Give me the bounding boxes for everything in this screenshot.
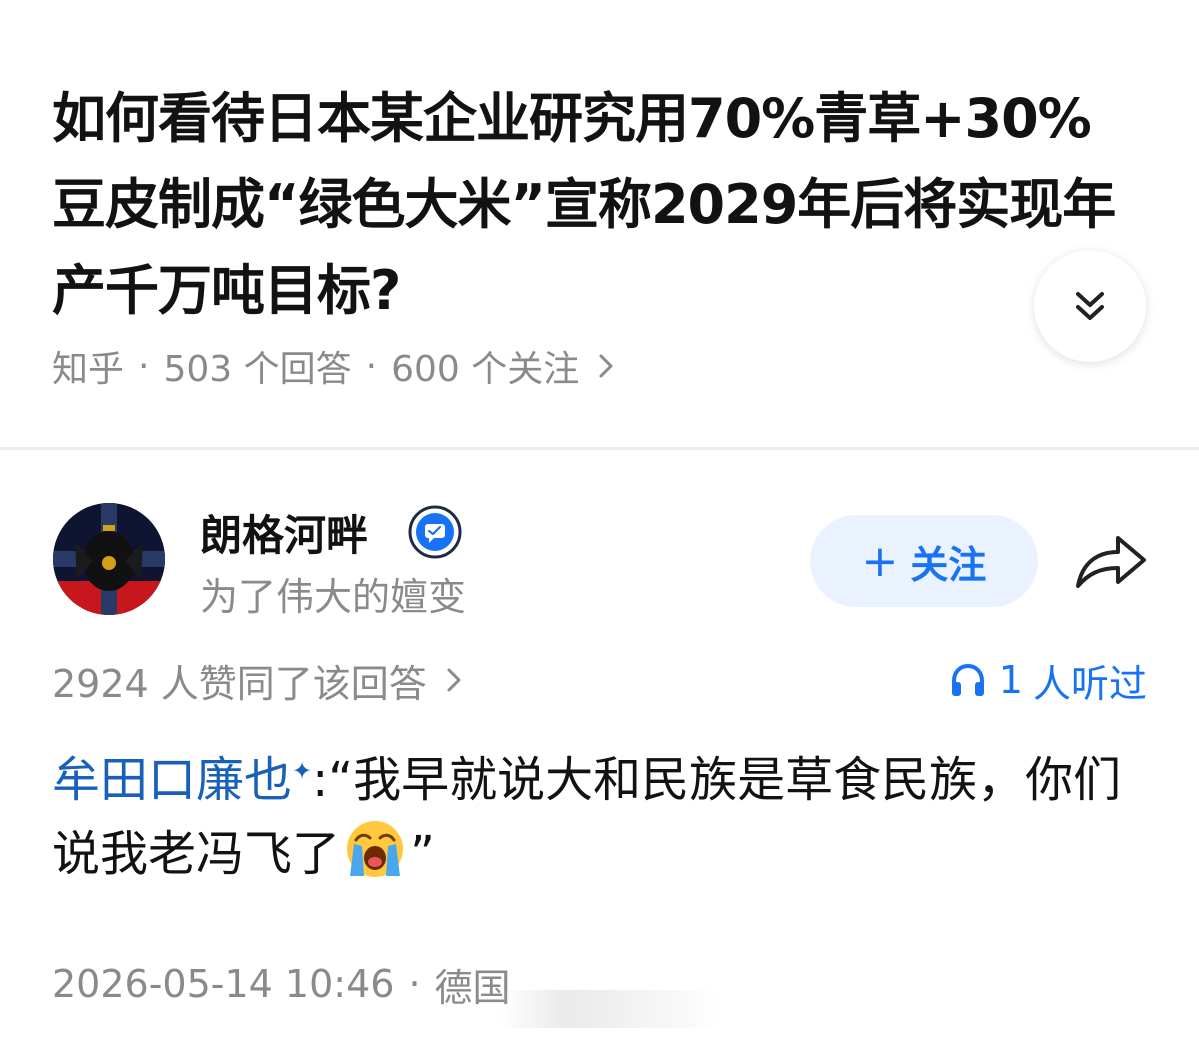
quote-close: ” (410, 826, 435, 882)
share-arrow-icon[interactable] (1072, 530, 1150, 592)
follow-button[interactable]: + 关注 (810, 515, 1038, 607)
follow-label: 关注 (910, 542, 987, 587)
likes-text: 2924 人赞同了该回答 (52, 661, 427, 706)
listen-number: 1 (998, 658, 1023, 702)
author-name[interactable]: 朗格河畔 (200, 502, 368, 563)
mention-name: 牟田口廉也 (52, 752, 293, 808)
likes-summary[interactable]: 2924 人赞同了该回答 (52, 652, 463, 708)
chevron-right-icon (445, 665, 463, 695)
separator-dot: · (138, 345, 150, 387)
verified-badge-icon (408, 505, 462, 559)
section-divider (0, 447, 1199, 450)
headphones-icon (949, 662, 987, 698)
listen-label: 人听过 (1032, 661, 1147, 706)
question-meta[interactable]: 知乎 · 503 个回答 · 600 个关注 (52, 338, 615, 394)
mention-link[interactable]: 牟田口廉也✦ (52, 752, 312, 808)
followers-count: 600 个关注 (391, 349, 580, 390)
loudly-crying-face-icon (347, 821, 404, 877)
avatar-image (53, 503, 165, 615)
source-label: 知乎 (52, 349, 125, 390)
listen-count[interactable]: 1 人听过 (949, 652, 1147, 708)
chevron-right-icon (597, 351, 615, 381)
answers-count: 503 个回答 (163, 349, 352, 390)
timestamp: 2026-05-14 10:46 (52, 962, 395, 1006)
expand-question-button[interactable] (1034, 250, 1146, 362)
mention-mark: ✦ (292, 757, 313, 785)
question-title[interactable]: 如何看待日本某企业研究用70%青草+30%豆皮制成“绿色大米”宣称2029年后将… (52, 76, 1142, 334)
plus-icon: + (861, 535, 899, 587)
separator-dot: · (365, 345, 378, 387)
answer-content[interactable]: 牟田口廉也✦:“我早就说大和民族是草食民族，你们说我老冯飞了 ” (52, 734, 1147, 891)
watermark (500, 990, 720, 1028)
answer-meta: 2026-05-14 10:46 · 德国 (52, 956, 511, 1012)
avatar[interactable] (53, 503, 165, 615)
colon: : (312, 752, 329, 808)
author-bio: 为了伟大的嬗变 (200, 575, 467, 619)
separator-dot: · (408, 962, 421, 1006)
double-chevron-down-icon (1076, 292, 1104, 320)
